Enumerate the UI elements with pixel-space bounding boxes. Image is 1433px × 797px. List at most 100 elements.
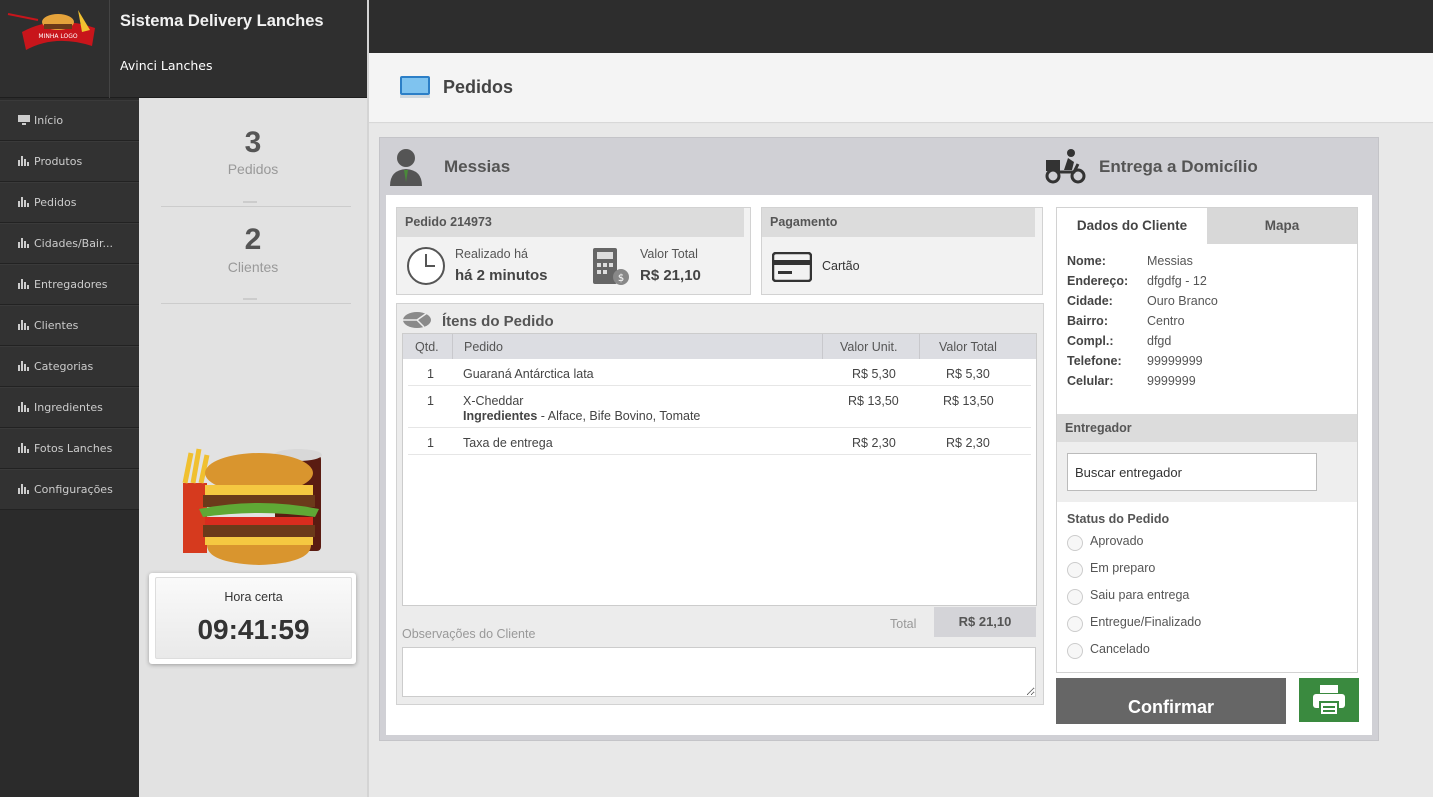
svg-text:MINHA LOGO: MINHA LOGO: [38, 33, 77, 40]
placed-value: há 2 minutos: [455, 267, 548, 284]
tab-dados-cliente[interactable]: Dados do Cliente: [1057, 208, 1207, 244]
column-header-pedido: Pedido: [464, 340, 503, 354]
print-button[interactable]: [1299, 678, 1359, 722]
confirm-button[interactable]: Confirmar: [1056, 678, 1286, 724]
calculator-icon: $: [593, 248, 629, 285]
entregador-search-input[interactable]: [1067, 453, 1317, 491]
table-cell-unit: R$ 5,30: [852, 367, 896, 381]
field-value: 99999999: [1147, 354, 1203, 368]
sidebar-item-produtos[interactable]: Produtos: [0, 141, 139, 182]
table-cell-ingredients: Ingredientes - Alface, Bife Bovino, Toma…: [463, 409, 700, 423]
field-value: dfgd: [1147, 334, 1172, 348]
field-label: Compl.:: [1067, 334, 1114, 348]
sidebar-item-label: Pedidos: [34, 196, 77, 209]
sidebar-item-label: Entregadores: [34, 278, 108, 291]
sidebar-item-label: Cidades/Bair...: [34, 237, 113, 250]
sidebar-item-pedidos[interactable]: Pedidos: [0, 182, 139, 223]
bar-chart-icon: [18, 320, 29, 330]
field-value: Ouro Branco: [1147, 294, 1218, 308]
observations-field[interactable]: [402, 647, 1036, 697]
field-value: Centro: [1147, 314, 1185, 328]
field-label: Telefone:: [1067, 354, 1122, 368]
table-cell-total: R$ 5,30: [946, 367, 990, 381]
brand-title: Sistema Delivery Lanches: [120, 12, 324, 30]
bar-chart-icon: [18, 279, 29, 289]
bar-chart-icon: [18, 443, 29, 453]
column-header-valor-total: Valor Total: [939, 340, 997, 354]
status-radio-em-preparo[interactable]: [1067, 562, 1083, 578]
sidebar-item-configuracoes[interactable]: Configurações: [0, 469, 139, 510]
clientes-count: 2: [244, 223, 262, 256]
status-label: Cancelado: [1090, 642, 1150, 656]
sidebar-item-label: Categorias: [34, 360, 94, 373]
sidebar-item-fotos-lanches[interactable]: Fotos Lanches: [0, 428, 139, 469]
table-cell-total: R$ 2,30: [946, 436, 990, 450]
monitor-icon: [18, 115, 30, 125]
clock-label: Hora certa: [224, 590, 283, 604]
delivery-bike-icon: [1045, 149, 1086, 184]
divider: [161, 206, 351, 207]
credit-card-icon: [772, 252, 812, 282]
pedidos-label: Pedidos: [227, 161, 279, 177]
user-icon: [390, 149, 422, 186]
sidebar-item-clientes[interactable]: Clientes: [0, 305, 139, 346]
sidebar-item-inicio[interactable]: Início: [0, 100, 139, 141]
clientes-label: Clientes: [227, 259, 279, 275]
sidebar-item-entregadores[interactable]: Entregadores: [0, 264, 139, 305]
total-value: R$ 21,10: [640, 267, 701, 284]
divider: [919, 334, 920, 359]
field-label: Bairro:: [1067, 314, 1108, 328]
monitor-icon: [400, 76, 430, 98]
burger-image: [182, 448, 322, 565]
sidebar-item-label: Clientes: [34, 319, 79, 332]
status-title: Status do Pedido: [1067, 512, 1170, 526]
status-radio-saiu-para-entrega[interactable]: [1067, 589, 1083, 605]
status-radio-aprovado[interactable]: [1067, 535, 1083, 551]
pizza-icon: [403, 312, 431, 328]
table-cell-qtd: 1: [427, 436, 434, 450]
divider: [408, 385, 1031, 386]
printer-icon: [1313, 685, 1345, 716]
brand-subtitle: Avinci Lanches: [120, 58, 213, 73]
placed-label: Realizado há: [455, 247, 528, 261]
field-value: 9999999: [1147, 374, 1196, 388]
field-label: Nome:: [1067, 254, 1106, 268]
bar-chart-icon: [18, 197, 29, 207]
status-radio-cancelado[interactable]: [1067, 643, 1083, 659]
field-label: Cidade:: [1067, 294, 1113, 308]
page-header: [369, 53, 1433, 123]
sidebar-item-cidades[interactable]: Cidades/Bair...: [0, 223, 139, 264]
customer-name: Messias: [444, 157, 511, 176]
logo: MINHA LOGO: [0, 0, 110, 98]
field-label: Celular:: [1067, 374, 1114, 388]
field-value: Messias: [1147, 254, 1193, 268]
total-label: Valor Total: [640, 247, 698, 261]
sidebar-item-categorias[interactable]: Categorias: [0, 346, 139, 387]
bar-chart-icon: [18, 484, 29, 494]
status-label: Aprovado: [1090, 534, 1144, 548]
status-label: Entregue/Finalizado: [1090, 615, 1202, 629]
status-radio-entregue[interactable]: [1067, 616, 1083, 632]
divider: [408, 427, 1031, 428]
table-cell-unit: R$ 13,50: [848, 394, 899, 408]
tab-mapa[interactable]: Mapa: [1207, 208, 1357, 244]
sidebar-item-label: Fotos Lanches: [34, 442, 113, 455]
divider: [161, 303, 351, 304]
logo-image: MINHA LOGO: [7, 10, 95, 50]
bar-chart-icon: [18, 156, 29, 166]
divider: [243, 201, 257, 203]
page-title: Pedidos: [443, 77, 514, 97]
divider: [452, 334, 453, 359]
clock-icon: [407, 247, 445, 285]
sidebar-item-label: Configurações: [34, 483, 113, 496]
status-label: Em preparo: [1090, 561, 1156, 575]
top-bar: [369, 0, 1433, 53]
sum-value: R$ 21,10: [958, 614, 1012, 629]
bar-chart-icon: [18, 402, 29, 412]
sum-label: Total: [890, 617, 917, 631]
status-label: Saiu para entrega: [1090, 588, 1190, 602]
bar-chart-icon: [18, 361, 29, 371]
sidebar-item-ingredientes[interactable]: Ingredientes: [0, 387, 139, 428]
sidebar-item-label: Início: [34, 114, 64, 127]
payment-title: Pagamento: [762, 208, 1035, 237]
